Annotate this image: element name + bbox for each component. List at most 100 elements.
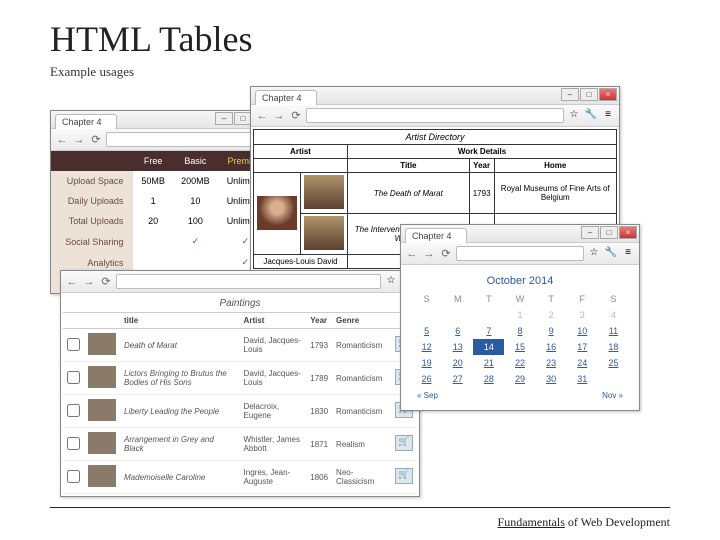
- calendar-day[interactable]: 19: [411, 355, 442, 371]
- pricing-header: [51, 151, 133, 171]
- calendar-next-link[interactable]: Nov »: [602, 391, 623, 400]
- reload-icon[interactable]: ⟳: [99, 275, 113, 289]
- pricing-row-label: Daily Uploads: [51, 191, 133, 211]
- painting-genre: Realism: [332, 428, 391, 461]
- calendar-day-today[interactable]: 14: [473, 339, 504, 355]
- calendar-day[interactable]: [473, 307, 504, 323]
- calendar-day[interactable]: [411, 307, 442, 323]
- back-icon[interactable]: ←: [405, 247, 419, 261]
- calendar-day[interactable]: 17: [567, 339, 598, 355]
- window-min-button[interactable]: –: [561, 88, 579, 101]
- calendar-day[interactable]: [598, 371, 629, 387]
- reload-icon[interactable]: ⟳: [89, 133, 103, 147]
- calendar-day[interactable]: 9: [536, 323, 567, 339]
- paintings-caption: Paintings: [63, 295, 417, 313]
- browser-window-paintings: ← → ⟳ ☆ ≡ Paintings title Artist Year Ge…: [60, 270, 420, 497]
- star-icon[interactable]: ☆: [567, 109, 581, 123]
- calendar-day[interactable]: 15: [504, 339, 535, 355]
- work-title: The Death of Marat: [348, 173, 470, 214]
- row-checkbox[interactable]: [67, 437, 80, 450]
- row-checkbox[interactable]: [67, 404, 80, 417]
- painting-thumb: [88, 465, 116, 487]
- window-max-button[interactable]: □: [580, 88, 598, 101]
- window-min-button[interactable]: –: [581, 226, 599, 239]
- add-to-cart-button[interactable]: [395, 468, 413, 484]
- painting-artist: Whistler, James Abbott: [240, 428, 307, 461]
- calendar-day[interactable]: [442, 307, 473, 323]
- calendar-prev-link[interactable]: « Sep: [417, 391, 438, 400]
- pricing-header: Basic: [173, 151, 218, 171]
- work-thumb: [304, 175, 344, 209]
- calendar-day[interactable]: 3: [567, 307, 598, 323]
- reload-icon[interactable]: ⟳: [289, 109, 303, 123]
- calendar-day[interactable]: 21: [473, 355, 504, 371]
- calendar-day[interactable]: 5: [411, 323, 442, 339]
- pricing-cell: 50MB: [133, 171, 172, 191]
- calendar-day-header: M: [442, 291, 473, 307]
- calendar-day[interactable]: 28: [473, 371, 504, 387]
- window-close-button[interactable]: ×: [619, 226, 637, 239]
- calendar-day[interactable]: 4: [598, 307, 629, 323]
- calendar-day[interactable]: 27: [442, 371, 473, 387]
- back-icon[interactable]: ←: [55, 133, 69, 147]
- calendar-day[interactable]: 16: [536, 339, 567, 355]
- calendar-day[interactable]: 18: [598, 339, 629, 355]
- calendar-day[interactable]: 11: [598, 323, 629, 339]
- calendar-day[interactable]: 29: [504, 371, 535, 387]
- calendar-day[interactable]: 2: [536, 307, 567, 323]
- window-max-button[interactable]: □: [600, 226, 618, 239]
- calendar-day[interactable]: 10: [567, 323, 598, 339]
- painting-artist: David, Jacques-Louis: [240, 362, 307, 395]
- painting-genre: Romanticism: [332, 362, 391, 395]
- calendar-day[interactable]: 20: [442, 355, 473, 371]
- calendar-day[interactable]: 26: [411, 371, 442, 387]
- wrench-icon[interactable]: 🔧: [584, 109, 598, 123]
- calendar-day[interactable]: 30: [536, 371, 567, 387]
- browser-tab[interactable]: Chapter 4: [405, 228, 467, 243]
- address-bar[interactable]: [306, 108, 564, 123]
- forward-icon[interactable]: →: [82, 275, 96, 289]
- menu-icon[interactable]: ≡: [621, 247, 635, 261]
- row-checkbox[interactable]: [67, 338, 80, 351]
- window-close-button[interactable]: ×: [599, 88, 617, 101]
- painting-title: Lictors Bringing to Brutus the Bodies of…: [120, 362, 240, 395]
- forward-icon[interactable]: →: [272, 109, 286, 123]
- calendar-day[interactable]: 7: [473, 323, 504, 339]
- forward-icon[interactable]: →: [422, 247, 436, 261]
- artist-name: Jacques-Louis David: [254, 255, 348, 269]
- back-icon[interactable]: ←: [255, 109, 269, 123]
- calendar-day[interactable]: 31: [567, 371, 598, 387]
- calendar-day[interactable]: 13: [442, 339, 473, 355]
- painting-genre: Romanticism: [332, 395, 391, 428]
- row-checkbox[interactable]: [67, 470, 80, 483]
- calendar-day[interactable]: 1: [504, 307, 535, 323]
- address-bar[interactable]: [116, 274, 381, 289]
- address-bar[interactable]: [106, 132, 252, 147]
- calendar-day[interactable]: 8: [504, 323, 535, 339]
- paintings-col: Genre: [332, 313, 391, 329]
- browser-tab[interactable]: Chapter 4: [55, 114, 117, 129]
- footer-underlined: Fundamentals: [498, 515, 565, 529]
- calendar-day[interactable]: 12: [411, 339, 442, 355]
- painting-genre: Romanticism: [332, 329, 391, 362]
- back-icon[interactable]: ←: [65, 275, 79, 289]
- add-to-cart-button[interactable]: [395, 435, 413, 451]
- calendar-table: S M T W T F S 1234 567891011 12131415161…: [411, 291, 629, 387]
- calendar-day[interactable]: 25: [598, 355, 629, 371]
- wrench-icon[interactable]: 🔧: [604, 247, 618, 261]
- footer-rest: of Web Development: [565, 515, 670, 529]
- address-bar[interactable]: [456, 246, 584, 261]
- row-checkbox[interactable]: [67, 371, 80, 384]
- reload-icon[interactable]: ⟳: [439, 247, 453, 261]
- forward-icon[interactable]: →: [72, 133, 86, 147]
- menu-icon[interactable]: ≡: [601, 109, 615, 123]
- calendar-day[interactable]: 23: [536, 355, 567, 371]
- browser-tab[interactable]: Chapter 4: [255, 90, 317, 105]
- painting-thumb: [88, 366, 116, 388]
- calendar-day[interactable]: 24: [567, 355, 598, 371]
- window-min-button[interactable]: –: [215, 112, 233, 125]
- calendar-day[interactable]: 22: [504, 355, 535, 371]
- star-icon[interactable]: ☆: [587, 247, 601, 261]
- star-icon[interactable]: ☆: [384, 275, 398, 289]
- calendar-day[interactable]: 6: [442, 323, 473, 339]
